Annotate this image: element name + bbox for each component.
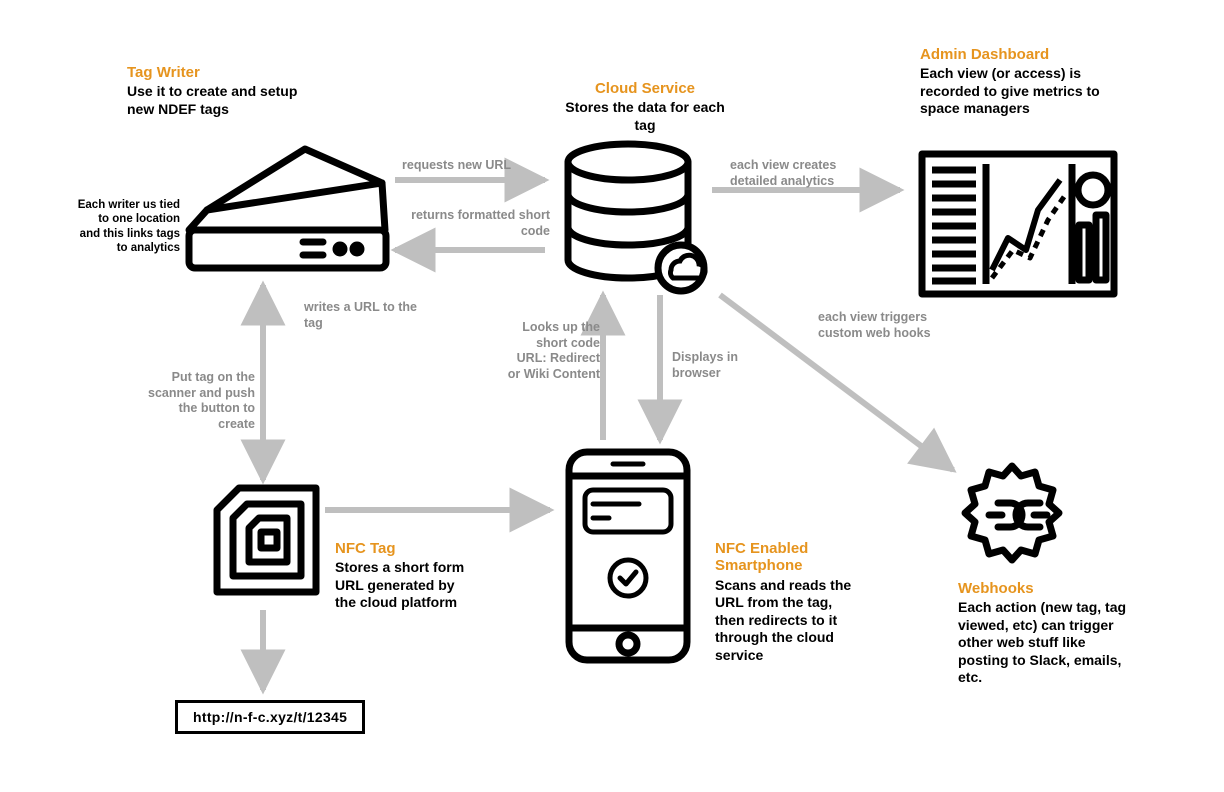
edge-returns-short-code: returns formatted short code xyxy=(410,208,550,239)
smartphone-title: NFC Enabled Smartphone xyxy=(715,540,860,575)
nfc-tag-desc: Stores a short form URL generated by the… xyxy=(335,559,470,612)
scanner-icon xyxy=(185,145,390,275)
dashboard-icon xyxy=(918,150,1118,300)
cloud-service-desc: Stores the data for each tag xyxy=(560,99,730,134)
url-text: http://n-f-c.xyz/t/12345 xyxy=(193,709,347,725)
nfc-tag-text: NFC Tag Stores a short form URL generate… xyxy=(335,540,470,612)
tag-writer-desc: Use it to create and setup new NDEF tags xyxy=(127,83,307,118)
admin-dashboard-title: Admin Dashboard xyxy=(920,46,1130,63)
edge-looks-up: Looks up the short code URL: Redirect or… xyxy=(505,320,600,383)
edge-analytics: each view creates detailed analytics xyxy=(730,158,865,189)
admin-dashboard-desc: Each view (or access) is recorded to giv… xyxy=(920,65,1130,118)
webhooks-icon xyxy=(955,460,1070,570)
webhooks-text: Webhooks Each action (new tag, tag viewe… xyxy=(958,580,1138,687)
tag-writer-title: Tag Writer xyxy=(127,64,307,81)
edge-triggers: each view triggers custom web hooks xyxy=(818,310,948,341)
edge-writes-url: writes a URL to the tag xyxy=(304,300,429,331)
cloud-service-title: Cloud Service xyxy=(560,80,730,97)
webhooks-desc: Each action (new tag, tag viewed, etc) c… xyxy=(958,599,1138,687)
nfc-tag-title: NFC Tag xyxy=(335,540,470,557)
smartphone-desc: Scans and reads the URL from the tag, th… xyxy=(715,577,860,665)
edge-displays: Displays in browser xyxy=(672,350,752,381)
database-icon xyxy=(558,140,713,295)
diagram-canvas: Tag Writer Use it to create and setup ne… xyxy=(0,0,1224,792)
smartphone-icon xyxy=(563,446,693,666)
webhooks-title: Webhooks xyxy=(958,580,1138,597)
edge-put-tag: Put tag on the scanner and push the butt… xyxy=(140,370,255,433)
edge-requests-new-url: requests new URL xyxy=(402,158,511,174)
tag-writer-side-note: Each writer us tied to one location and … xyxy=(77,198,180,256)
tag-writer-text: Tag Writer Use it to create and setup ne… xyxy=(127,64,307,118)
cloud-service-text: Cloud Service Stores the data for each t… xyxy=(560,80,730,134)
admin-dashboard-text: Admin Dashboard Each view (or access) is… xyxy=(920,46,1130,118)
smartphone-text: NFC Enabled Smartphone Scans and reads t… xyxy=(715,540,860,664)
url-box: http://n-f-c.xyz/t/12345 xyxy=(175,700,365,734)
nfc-tag-icon xyxy=(209,480,324,600)
